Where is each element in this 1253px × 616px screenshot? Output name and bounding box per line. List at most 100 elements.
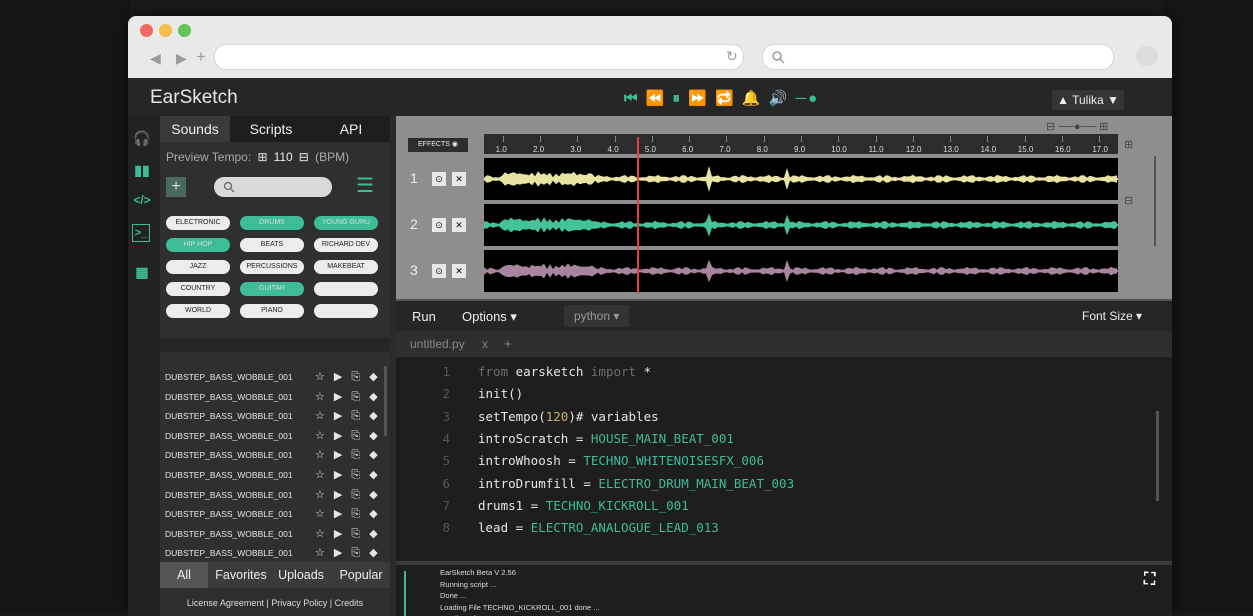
browser-search-bar[interactable] xyxy=(762,44,1114,70)
sound-list-item[interactable]: DUBSTEP_BASS_WOBBLE_001 ☆ ▶ ⎘ ◆ xyxy=(165,427,387,446)
genre-filter[interactable]: RICHARD DEV xyxy=(314,238,378,252)
track-lane[interactable] xyxy=(484,158,1118,200)
genre-filter[interactable]: PIANO xyxy=(240,304,304,318)
user-menu[interactable]: ▲ Tulika ▼ xyxy=(1052,90,1124,110)
sound-actions[interactable]: ☆ ▶ ⎘ ◆ xyxy=(315,407,381,426)
vertical-zoom-plus-icon[interactable]: ⊞ xyxy=(1124,138,1133,151)
vertical-zoom-slider[interactable] xyxy=(1154,156,1156,246)
url-bar[interactable] xyxy=(214,44,744,70)
tab-popular[interactable]: Popular xyxy=(332,562,390,588)
minimize-dot-icon[interactable] xyxy=(159,24,172,37)
language-select[interactable]: python ▾ xyxy=(564,305,630,327)
expand-icon[interactable]: ⛶ xyxy=(1144,571,1155,589)
maximize-dot-icon[interactable] xyxy=(178,24,191,37)
tempo-plus-icon[interactable]: ⊞ xyxy=(258,150,268,164)
timeline-ruler[interactable]: 1.0 2.0 3.0 4.0 5.0 6.0 7.0 8.0 9.0 10.0 11.0 12.0 1… xyxy=(484,134,1118,154)
sound-actions[interactable]: ☆ ▶ ⎘ ◆ xyxy=(315,466,381,485)
forward-icon[interactable]: ▶ xyxy=(176,50,187,67)
tab-uploads[interactable]: Uploads xyxy=(272,562,330,588)
genre-filter[interactable]: PERCUSSIONS xyxy=(240,260,304,274)
close-dot-icon[interactable] xyxy=(140,24,153,37)
code-line[interactable]: 3 setTempo(120)# variables xyxy=(396,406,1172,428)
code-line[interactable]: 2 init() xyxy=(396,383,1172,405)
genre-filter[interactable] xyxy=(314,282,378,296)
tab-api[interactable]: API xyxy=(316,116,386,142)
track-lane[interactable] xyxy=(484,204,1118,246)
sound-list-item[interactable]: DUBSTEP_BASS_WOBBLE_001 ☆ ▶ ⎘ ◆ xyxy=(165,544,387,563)
bars-icon[interactable]: ▮▮ xyxy=(132,160,152,180)
back-icon[interactable]: ◀ xyxy=(150,50,161,67)
tab-all[interactable]: All xyxy=(160,562,208,588)
add-sound-button[interactable]: + xyxy=(166,177,186,197)
tab-scripts[interactable]: Scripts xyxy=(236,116,306,142)
genre-filter[interactable]: BEATS xyxy=(240,238,304,252)
genre-filter[interactable]: COUNTRY xyxy=(166,282,230,296)
sound-list-item[interactable]: DUBSTEP_BASS_WOBBLE_001 ☆ ▶ ⎘ ◆ xyxy=(165,407,387,426)
code-line[interactable]: 1 from earsketch import * xyxy=(396,361,1172,383)
sound-list-item[interactable]: DUBSTEP_BASS_WOBBLE_001 ☆ ▶ ⎘ ◆ xyxy=(165,505,387,524)
sound-actions[interactable]: ☆ ▶ ⎘ ◆ xyxy=(315,486,381,505)
mute-button[interactable]: ✕ xyxy=(452,218,466,232)
effects-button[interactable]: EFFECTS ◉ xyxy=(408,138,468,152)
sound-actions[interactable]: ☆ ▶ ⎘ ◆ xyxy=(315,525,381,544)
genre-filter[interactable] xyxy=(314,304,378,318)
reload-icon[interactable]: ↻ xyxy=(726,48,738,65)
sound-list-item[interactable]: DUBSTEP_BASS_WOBBLE_001 ☆ ▶ ⎘ ◆ xyxy=(165,525,387,544)
sound-list-item[interactable]: DUBSTEP_BASS_WOBBLE_001 ☆ ▶ ⎘ ◆ xyxy=(165,446,387,465)
sound-actions[interactable]: ☆ ▶ ⎘ ◆ xyxy=(315,446,381,465)
file-tab[interactable]: untitled.py xyxy=(410,337,465,351)
extension-icon[interactable] xyxy=(1136,46,1158,66)
tab-favorites[interactable]: Favorites xyxy=(212,562,270,588)
code-line[interactable]: 6 introDrumfill = ELECTRO_DRUM_MAIN_BEAT_… xyxy=(396,473,1172,495)
code-line[interactable]: 5 introWhoosh = TECHNO_WHITENOISESFX_006 xyxy=(396,450,1172,472)
genre-filter[interactable]: JAZZ xyxy=(166,260,230,274)
solo-button[interactable]: ⊙ xyxy=(432,218,446,232)
menu-icon[interactable]: ☰ xyxy=(356,176,378,197)
tab-sounds[interactable]: Sounds xyxy=(160,116,230,142)
mute-button[interactable]: ✕ xyxy=(452,264,466,278)
code-line[interactable]: 7 drums1 = TECHNO_KICKROLL_001 xyxy=(396,495,1172,517)
genre-filter[interactable]: MAKEBEAT xyxy=(314,260,378,274)
genre-filter[interactable]: ELECTRONIC xyxy=(166,216,230,230)
footer-links[interactable]: License Agreement | Privacy Policy | Cre… xyxy=(160,590,390,616)
solo-button[interactable]: ⊙ xyxy=(432,172,446,186)
sound-actions[interactable]: ☆ ▶ ⎘ ◆ xyxy=(315,388,381,407)
playhead[interactable] xyxy=(636,137,639,293)
mute-button[interactable]: ✕ xyxy=(452,172,466,186)
sound-actions[interactable]: ☆ ▶ ⎘ ◆ xyxy=(315,368,381,387)
genre-filter[interactable]: HIP HOP xyxy=(166,238,230,252)
genre-filter[interactable]: YOUNG GURU xyxy=(314,216,378,230)
sound-list-item[interactable]: DUBSTEP_BASS_WOBBLE_001 ☆ ▶ ⎘ ◆ xyxy=(165,466,387,485)
code-area[interactable]: 1 from earsketch import * 2 init() 3 setTempo… xyxy=(396,357,1172,561)
options-menu[interactable]: Options ▾ xyxy=(462,309,517,325)
code-line[interactable]: 4 introScratch = HOUSE_MAIN_BEAT_001 xyxy=(396,428,1172,450)
font-size-menu[interactable]: Font Size ▾ xyxy=(1082,309,1142,323)
run-button[interactable]: Run xyxy=(412,309,436,324)
sound-list-scrollbar[interactable] xyxy=(384,366,387,436)
code-line[interactable]: 8 lead = ELECTRO_ANALOGUE_LEAD_013 xyxy=(396,517,1172,539)
new-tab-icon[interactable]: + xyxy=(196,47,206,67)
sound-list-item[interactable]: DUBSTEP_BASS_WOBBLE_001 ☆ ▶ ⎘ ◆ xyxy=(165,388,387,407)
sound-actions[interactable]: ☆ ▶ ⎘ ◆ xyxy=(315,427,381,446)
solo-button[interactable]: ⊙ xyxy=(432,264,446,278)
genre-filter[interactable]: WORLD xyxy=(166,304,230,318)
horizontal-zoom-slider[interactable]: ⊟ ──●── ⊞ xyxy=(1046,120,1108,133)
sound-list-item[interactable]: DUBSTEP_BASS_WOBBLE_001 ☆ ▶ ⎘ ◆ xyxy=(165,368,387,387)
sound-search-input[interactable] xyxy=(214,177,332,197)
transport-controls[interactable]: ⏮ ⏪ ⏸ ⏩ 🔁 🔔 🔊 ─● xyxy=(624,89,819,107)
code-icon[interactable]: </> xyxy=(132,190,152,210)
terminal-icon[interactable]: >_ xyxy=(132,224,150,242)
new-file-tab-icon[interactable]: + xyxy=(504,336,512,351)
sound-list-item[interactable]: DUBSTEP_BASS_WOBBLE_001 ☆ ▶ ⎘ ◆ xyxy=(165,486,387,505)
sound-actions[interactable]: ☆ ▶ ⎘ ◆ xyxy=(315,505,381,524)
close-tab-icon[interactable]: x xyxy=(482,337,488,351)
editor-scrollbar[interactable] xyxy=(1156,411,1159,501)
vertical-zoom-minus-icon[interactable]: ⊟ xyxy=(1124,194,1133,207)
book-icon[interactable]: ▦ xyxy=(132,262,152,282)
genre-filter[interactable]: GUITAR xyxy=(240,282,304,296)
tempo-minus-icon[interactable]: ⊟ xyxy=(299,150,309,164)
sound-actions[interactable]: ☆ ▶ ⎘ ◆ xyxy=(315,544,381,563)
headphones-icon[interactable]: 🎧 xyxy=(132,128,152,148)
track-lane[interactable] xyxy=(484,250,1118,292)
genre-filter[interactable]: DRUMS xyxy=(240,216,304,230)
